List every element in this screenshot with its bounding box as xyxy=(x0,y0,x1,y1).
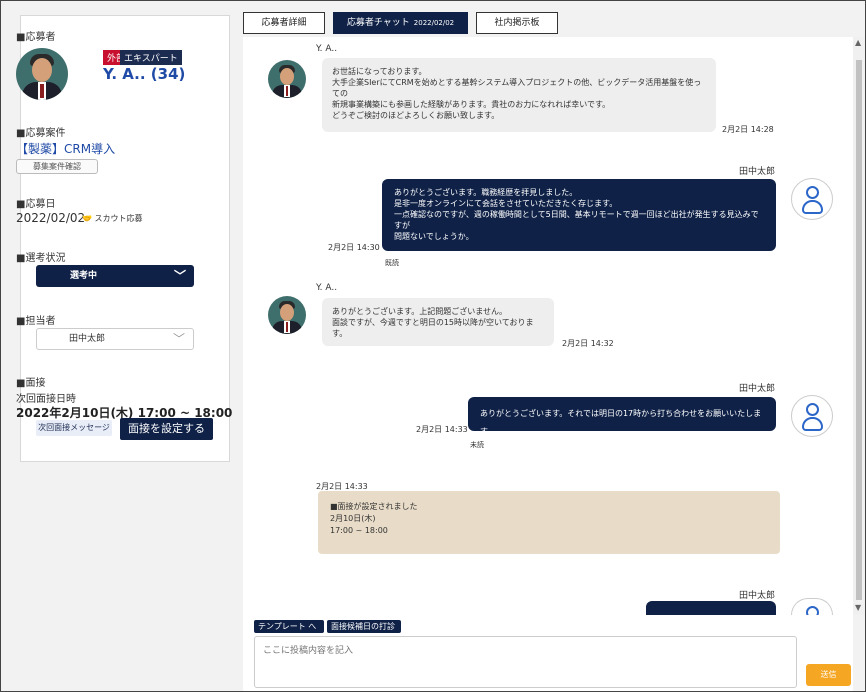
handshake-icon: 🤝 xyxy=(82,214,92,223)
message-sender: 田中太郎 xyxy=(739,167,776,177)
date-heading: ■応募日 xyxy=(16,199,56,210)
job-title-link[interactable]: 【製薬】CRM導入 xyxy=(16,140,115,157)
person-heading: ■担当者 xyxy=(16,316,56,327)
message-bubble-incoming: ありがとうございます。上記問題ございません。 面談ですが、今週ですと明日の15時… xyxy=(322,298,554,346)
message-sender: Y. A.. xyxy=(316,283,338,293)
applicant-avatar xyxy=(16,48,68,100)
scrollbar-thumb[interactable] xyxy=(856,60,862,600)
tab-internal-board[interactable]: 社内掲示板 xyxy=(476,12,558,34)
set-interview-button[interactable]: 面接を設定する xyxy=(120,418,213,440)
message-time: 2月2日 14:30 xyxy=(328,243,380,252)
chevron-down-icon: ﹀ xyxy=(172,332,185,346)
message-time: 2月2日 14:28 xyxy=(722,125,774,134)
applicant-avatar-small xyxy=(268,296,306,334)
template-button[interactable]: テンプレート へ xyxy=(254,620,324,633)
status-select[interactable]: 選考中 ﹀ xyxy=(36,265,194,287)
interview-heading: ■面接 xyxy=(16,378,46,389)
message-input[interactable] xyxy=(254,636,797,688)
send-button[interactable]: 送信 xyxy=(806,664,851,686)
next-interview-message-button[interactable]: 次回面接メッセージ xyxy=(36,420,112,436)
person-select[interactable]: 田中太郎 ﹀ xyxy=(36,328,194,350)
job-confirm-button[interactable]: 募集案件確認 xyxy=(16,159,98,174)
user-icon xyxy=(791,395,833,437)
status-heading: ■選考状況 xyxy=(16,253,66,264)
read-status: 既読 xyxy=(385,259,399,267)
propose-interview-dates-button[interactable]: 面接候補日の打診 xyxy=(327,620,401,633)
tab-applicant-chat[interactable]: 応募者チャット 2022/02/02 xyxy=(333,12,468,34)
message-time: 2月2日 14:33 xyxy=(416,425,468,434)
apply-date: 2022/02/02 xyxy=(16,211,86,225)
scout-label: 🤝 スカウト応募 xyxy=(82,214,143,223)
message-sender: 田中太郎 xyxy=(739,384,776,394)
applicant-name: Y. A.. (34) xyxy=(103,65,186,83)
tab-applicant-detail[interactable]: 応募者詳細 xyxy=(243,12,325,34)
message-bubble-outgoing: ありがとうございます。それでは明日の17時から打ち合わせをお願いいたします。 xyxy=(468,397,776,436)
message-sender: Y. A.. xyxy=(316,44,338,54)
job-heading: ■応募案件 xyxy=(16,128,66,139)
applicant-heading: ■応募者 xyxy=(16,32,56,43)
message-bubble-outgoing xyxy=(646,601,776,615)
message-bubble-incoming: お世話になっております。 大手企業SIerにてCRMを始めとする基幹システム導入… xyxy=(322,58,716,132)
tag-expert: エキスパート xyxy=(120,50,182,65)
scroll-up-icon[interactable]: ▲ xyxy=(855,38,861,47)
chevron-down-icon: ﹀ xyxy=(173,269,186,283)
message-bubble-outgoing: ありがとうございます。職務経歴を拝見しました。 是非一度オンラインにて会話をさせ… xyxy=(382,179,776,251)
read-status: 未読 xyxy=(470,441,484,449)
user-icon xyxy=(791,178,833,220)
interview-set-notice: ■面接が設定されました 2月10日(木) 17:00 ~ 18:00 xyxy=(318,491,780,554)
message-time: 2月2日 14:32 xyxy=(562,339,614,348)
message-sender: 田中太郎 xyxy=(739,591,776,601)
scroll-down-icon[interactable]: ▼ xyxy=(855,603,861,612)
next-interview-label: 次回面接日時 xyxy=(16,394,76,405)
applicant-avatar-small xyxy=(268,60,306,98)
